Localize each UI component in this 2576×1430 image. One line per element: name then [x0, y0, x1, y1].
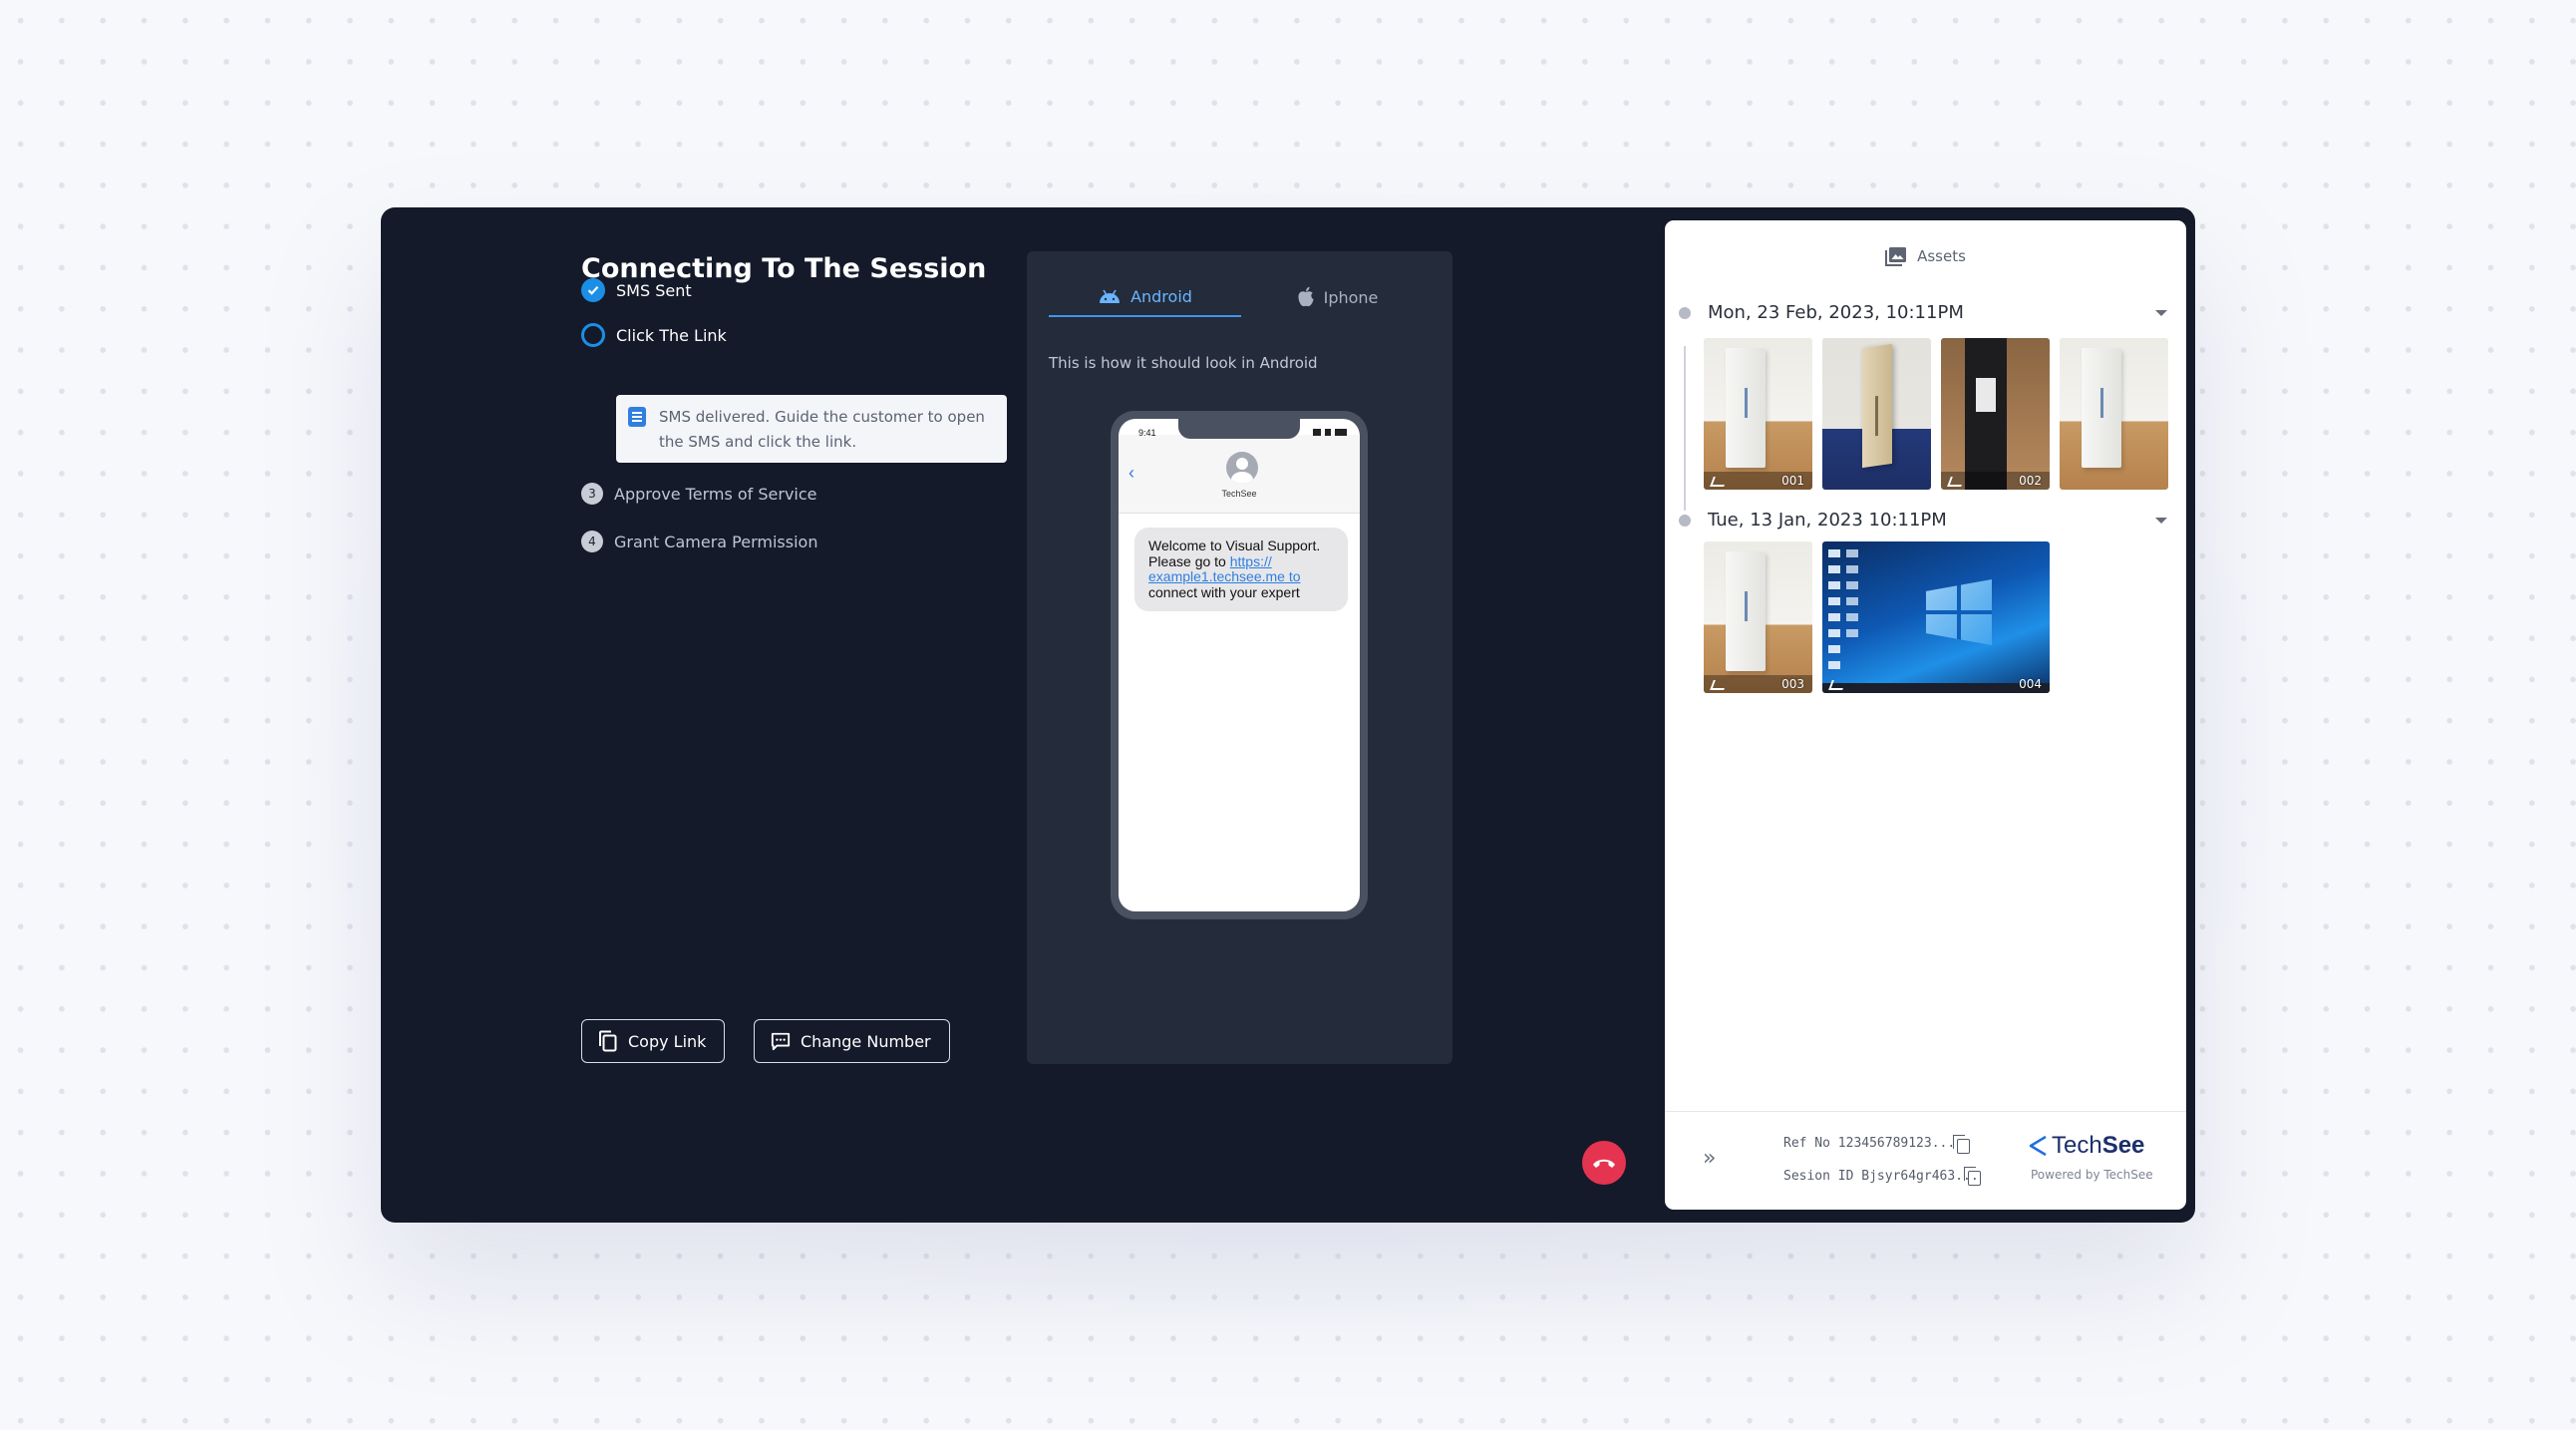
sms-outro: connect with your expert: [1148, 583, 1300, 600]
ref-number: Ref No 123456789123...: [1783, 1136, 1956, 1151]
asset-thumbnail[interactable]: [1822, 338, 1931, 490]
contact-name: TechSee: [1221, 489, 1257, 499]
assets-title: Assets: [1917, 247, 1966, 265]
techsee-logo: Tech See: [2028, 1132, 2144, 1160]
expand-chevrons-icon[interactable]: »: [1703, 1146, 1716, 1171]
timeline-dot: [1679, 514, 1691, 527]
gallery-icon: [1885, 247, 1907, 266]
assets-footer: » Ref No 123456789123... Sesion ID Bjsyr…: [1665, 1111, 2186, 1210]
asset-group-date: Tue, 13 Jan, 2023 10:11PM: [1708, 510, 1947, 531]
assets-header: Assets: [1665, 246, 2186, 266]
techsee-logo-icon: [2029, 1135, 2047, 1157]
session-id: Sesion ID Bjsyr64gr463...: [1783, 1169, 1979, 1184]
brand-tech: Tech: [2052, 1132, 2102, 1159]
step-number: 3: [581, 483, 603, 505]
powered-by: Powered by TechSee: [2031, 1168, 2153, 1182]
step-label: SMS Sent: [616, 280, 692, 300]
preview-caption: This is how it should look in Android: [1049, 354, 1318, 372]
chat-header: ‹ TechSee: [1119, 435, 1360, 514]
sms-delivered-note: SMS delivered. Guide the customer to ope…: [616, 395, 1007, 463]
copy-link-button[interactable]: Copy Link: [581, 1019, 726, 1063]
caret-down-icon[interactable]: [2155, 309, 2167, 316]
timeline-line: [1684, 346, 1686, 511]
step-camera-permission: 4 Grant Camera Permission: [581, 531, 817, 552]
device-preview-panel: Android Iphone This is how it should loo…: [1027, 251, 1452, 1064]
android-icon: [1100, 289, 1121, 303]
step-label: Click The Link: [616, 325, 727, 345]
asset-number: 004: [2019, 677, 2042, 691]
status-time: 9:41: [1138, 428, 1156, 438]
tab-android[interactable]: Android: [1049, 277, 1241, 317]
asset-group-header[interactable]: Mon, 23 Feb, 2023, 10:11PM: [1679, 302, 2167, 323]
change-number-label: Change Number: [801, 1031, 931, 1051]
asset-number: 002: [2019, 474, 2042, 488]
status-icons: [1313, 429, 1347, 436]
timeline-dot: [1679, 306, 1691, 319]
spinner-icon: [581, 323, 605, 347]
step-approve-terms: 3 Approve Terms of Service: [581, 483, 817, 505]
apple-icon: [1298, 286, 1314, 307]
asset-thumbnail[interactable]: 004: [1822, 541, 2050, 693]
hang-up-icon: [1593, 1159, 1615, 1168]
note-text: SMS delivered. Guide the customer to ope…: [659, 408, 985, 451]
phone-screen: ‹ TechSee 9:41 Welcome to Visual Support…: [1119, 419, 1360, 911]
asset-number: 003: [1781, 677, 1804, 691]
phone-notch: [1178, 419, 1300, 439]
caret-down-icon[interactable]: [2155, 517, 2167, 524]
end-call-button[interactable]: [1582, 1141, 1626, 1185]
tab-iphone-label: Iphone: [1323, 287, 1379, 307]
copy-ref-icon[interactable]: [1953, 1135, 1970, 1154]
step-sms-sent: SMS Sent: [581, 278, 692, 302]
device-tabs: Android Iphone: [1049, 277, 1434, 317]
change-number-button[interactable]: Change Number: [754, 1019, 950, 1063]
step-number: 4: [581, 531, 603, 552]
back-chevron-icon: ‹: [1128, 463, 1134, 483]
asset-thumbnail[interactable]: 001: [1704, 338, 1812, 490]
brand-see: See: [2101, 1132, 2145, 1159]
message-icon: [628, 407, 646, 427]
assets-panel: Assets Mon, 23 Feb, 2023, 10:11PM 001 00…: [1665, 220, 2186, 1210]
asset-thumbnail[interactable]: [2060, 338, 2168, 490]
asset-group-header[interactable]: Tue, 13 Jan, 2023 10:11PM: [1679, 510, 2167, 531]
asset-thumbnail[interactable]: 002: [1941, 338, 2050, 490]
step-label: Grant Camera Permission: [614, 532, 818, 551]
avatar: [1226, 452, 1258, 484]
tab-iphone[interactable]: Iphone: [1241, 277, 1434, 317]
sms-bubble: Welcome to Visual Support. Please go to …: [1134, 528, 1348, 611]
chat-icon: [771, 1032, 791, 1051]
step-click-link: Click The Link: [581, 323, 727, 347]
session-window: Connecting To The Session SMS Sent Click…: [381, 207, 2195, 1223]
asset-number: 001: [1781, 474, 1804, 488]
copy-link-label: Copy Link: [628, 1031, 707, 1051]
check-icon: [581, 278, 605, 302]
copy-icon: [599, 1030, 617, 1052]
tab-android-label: Android: [1130, 286, 1192, 306]
asset-group-date: Mon, 23 Feb, 2023, 10:11PM: [1708, 302, 1964, 323]
asset-thumbnail[interactable]: 003: [1704, 541, 1812, 693]
copy-session-icon[interactable]: [1964, 1167, 1981, 1186]
phone-mockup: ‹ TechSee 9:41 Welcome to Visual Support…: [1111, 411, 1368, 919]
step-label: Approve Terms of Service: [614, 484, 817, 504]
